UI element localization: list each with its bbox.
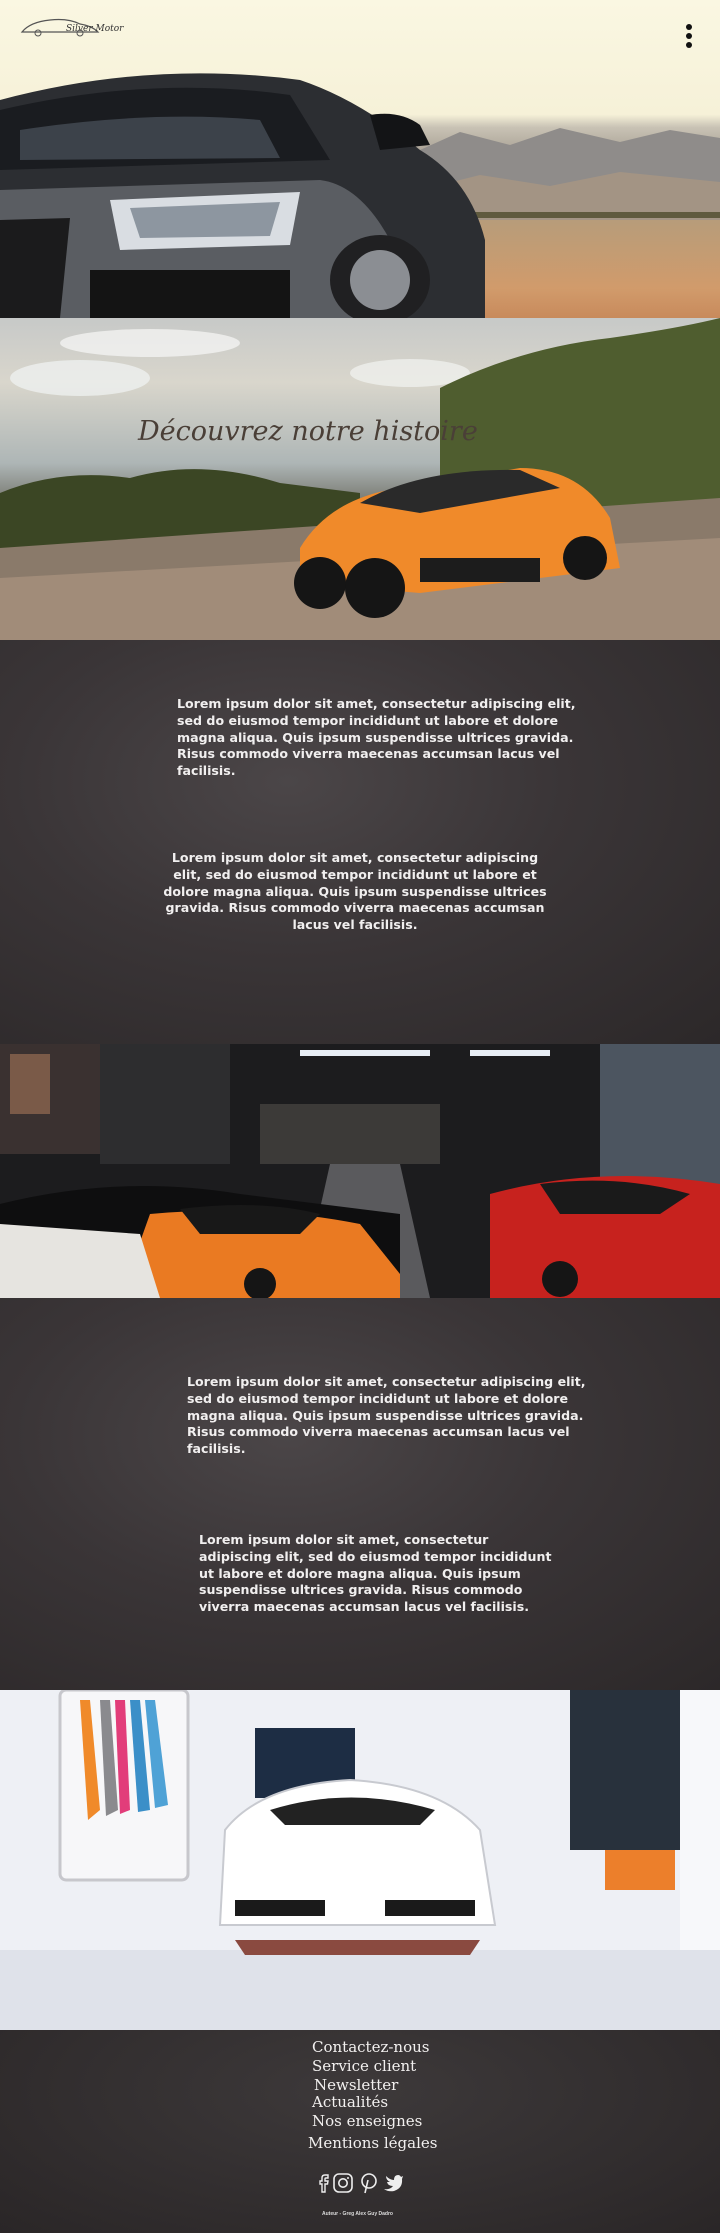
brand-name: Silver Motor <box>66 24 124 34</box>
paragraph-4: Lorem ipsum dolor sit amet, consectetur … <box>199 1532 552 1615</box>
paragraph-3: Lorem ipsum dolor sit amet, consectetur … <box>187 1374 586 1457</box>
hero-car-image <box>0 73 485 318</box>
lamborghini-road-image <box>0 318 720 640</box>
footer-link-legal[interactable]: Mentions légales <box>308 2134 437 2152</box>
paragraph-2: Lorem ipsum dolor sit amet, consectetur … <box>163 850 547 933</box>
hero-banner: Silver Motor <box>0 0 720 318</box>
text-panel-1: Lorem ipsum dolor sit amet, consectetur … <box>0 640 720 1044</box>
footer-link-service[interactable]: Service client <box>312 2057 416 2075</box>
menu-button[interactable] <box>682 24 696 54</box>
white-ferrari-image <box>0 1690 720 2030</box>
text-panel-2: Lorem ipsum dolor sit amet, consectetur … <box>0 1298 720 1690</box>
story-banner: Découvrez notre histoire <box>0 318 720 640</box>
instagram-icon[interactable] <box>332 2172 354 2194</box>
story-title: Découvrez notre histoire <box>138 416 478 447</box>
footer-link-news[interactable]: Actualités <box>312 2093 388 2111</box>
pinterest-icon[interactable] <box>358 2172 380 2194</box>
showroom-photo <box>0 1044 720 1298</box>
facebook-icon[interactable] <box>312 2172 334 2194</box>
footer-link-newsletter[interactable]: Newsletter <box>314 2076 398 2094</box>
twitter-icon[interactable] <box>382 2172 404 2194</box>
menu-dot-icon <box>686 42 692 48</box>
gallery-photo <box>0 1690 720 2030</box>
showroom-image <box>0 1044 720 1298</box>
footer-link-contact[interactable]: Contactez-nous <box>312 2038 429 2056</box>
author-credit: Auteur - Greg Alex Guy Dadro <box>322 2211 393 2217</box>
footer-link-brands[interactable]: Nos enseignes <box>312 2112 422 2130</box>
paragraph-1: Lorem ipsum dolor sit amet, consectetur … <box>177 696 576 779</box>
menu-dot-icon <box>686 24 692 30</box>
menu-dot-icon <box>686 33 692 39</box>
